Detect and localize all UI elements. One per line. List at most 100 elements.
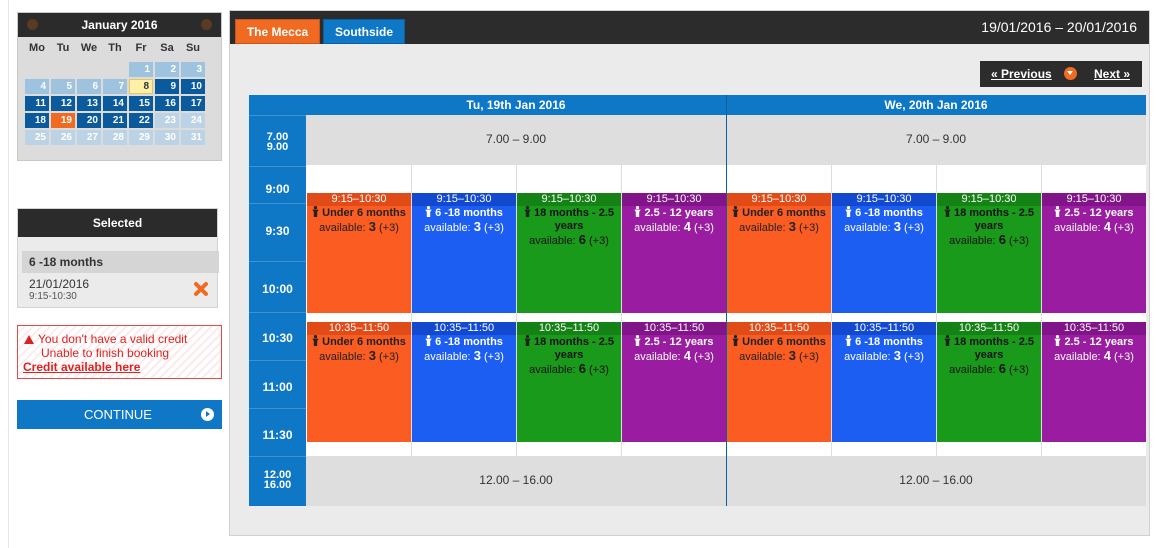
available-label: available: [634, 351, 684, 363]
weekday-label: Th [108, 42, 122, 54]
session-group-name: 6 -18 months [855, 336, 923, 348]
calendar-day[interactable]: 16 [155, 96, 179, 111]
available-extra: (+3) [588, 364, 609, 376]
calendar-day: 24 [181, 113, 205, 128]
session-group-name: 18 months - 2.5 years [953, 336, 1035, 361]
session-availability: available: 3 (+3) [412, 220, 516, 235]
time-slot-label: 9:30 [249, 203, 306, 261]
session-availability: available: 4 (+3) [1042, 220, 1146, 235]
calendar-day[interactable]: 8 [129, 79, 153, 94]
day-divider [726, 95, 727, 506]
available-extra: (+3) [483, 222, 504, 234]
session-slot[interactable]: 9:15–10:30 2.5 - 12 years available: 4 (+3… [622, 193, 726, 313]
calendar-day[interactable]: 17 [181, 96, 205, 111]
calendar-day: 6 [77, 79, 101, 94]
calendar-day: 1 [129, 62, 153, 77]
available-count: 3 [368, 348, 376, 363]
time-late-end: 16.00 [263, 479, 292, 491]
session-slot[interactable]: 10:35–11:50 2.5 - 12 years available: 4 (+… [622, 322, 726, 442]
calendar-day[interactable]: 11 [25, 96, 49, 111]
session-group-name: 18 months - 2.5 years [953, 207, 1035, 232]
session-time: 9:15–10:30 [307, 193, 411, 206]
session-group: 18 months - 2.5 years [517, 206, 621, 233]
session-group: Under 6 months [307, 206, 411, 220]
session-slot[interactable]: 10:35–11:50 6 -18 months available: 3 (+3) [412, 322, 516, 442]
calendar-day[interactable]: 12 [51, 96, 75, 111]
remove-icon[interactable] [193, 281, 209, 297]
session-availability: available: 3 (+3) [307, 349, 411, 364]
available-label: available: [424, 222, 474, 234]
available-label: available: [319, 222, 369, 234]
calendar-day[interactable]: 14 [103, 96, 127, 111]
calendar-day[interactable]: 9 [155, 79, 179, 94]
session-time: 9:15–10:30 [727, 193, 831, 206]
weekday-label: Fr [135, 42, 147, 54]
session-time: 9:15–10:30 [412, 193, 516, 206]
schedule-grid: 7.00 9.00 9:00 9:30 10:00 10:30 11:00 11:30 12.0… [249, 95, 1146, 506]
available-count: 6 [998, 361, 1006, 376]
session-time: 10:35–11:50 [412, 322, 516, 335]
session-slot[interactable]: 10:35–11:50 18 months - 2.5 years availabl… [937, 322, 1041, 442]
credit-link[interactable]: Credit available here [23, 360, 140, 374]
calendar-next-icon[interactable] [201, 19, 212, 30]
continue-button[interactable]: CONTINUE [17, 400, 222, 429]
calendar-empty-cell [103, 62, 127, 77]
calendar-month-label: January 2016 [81, 18, 158, 32]
credit-error-box: You don't have a valid credit Unable to … [17, 325, 222, 379]
session-slot[interactable]: 9:15–10:30 18 months - 2.5 years available… [937, 193, 1041, 313]
session-group: Under 6 months [307, 335, 411, 349]
next-link[interactable]: Next » [1094, 67, 1130, 81]
available-extra: (+3) [1008, 364, 1029, 376]
page-divider [8, 0, 9, 548]
previous-link[interactable]: « Previous [991, 67, 1052, 81]
tab-the-mecca[interactable]: The Mecca [235, 19, 320, 44]
available-extra: (+3) [1008, 235, 1029, 247]
session-group-name: 18 months - 2.5 years [533, 336, 615, 361]
available-extra: (+3) [483, 351, 504, 363]
time-slot-label: 10:00 [249, 261, 306, 312]
session-slot[interactable]: 9:15–10:30 Under 6 months available: 3 (+3… [307, 193, 411, 313]
session-slot[interactable]: 9:15–10:30 2.5 - 12 years available: 4 (+3… [1042, 193, 1146, 313]
calendar-day[interactable]: 19 [51, 113, 75, 128]
session-slot[interactable]: 10:35–11:50 6 -18 months available: 3 (+3) [832, 322, 936, 442]
session-slot[interactable]: 10:35–11:50 2.5 - 12 years available: 4 (+… [1042, 322, 1146, 442]
calendar-day[interactable]: 21 [103, 113, 127, 128]
available-extra: (+3) [378, 222, 399, 234]
arrow-right-icon [201, 408, 214, 421]
session-slot[interactable]: 10:35–11:50 Under 6 months available: 3 (+… [727, 322, 831, 442]
session-slot[interactable]: 9:15–10:30 6 -18 months available: 3 (+3) [412, 193, 516, 313]
session-time: 10:35–11:50 [517, 322, 621, 335]
dropdown-icon[interactable] [1064, 67, 1077, 80]
session-availability: available: 6 (+3) [517, 362, 621, 377]
session-time: 10:35–11:50 [1042, 322, 1146, 335]
tab-southside[interactable]: Southside [323, 19, 405, 44]
warning-icon [24, 335, 34, 344]
session-group-name: Under 6 months [322, 207, 406, 219]
session-slot[interactable]: 10:35–11:50 Under 6 months available: 3 (+… [307, 322, 411, 442]
session-group: Under 6 months [727, 335, 831, 349]
available-count: 3 [893, 219, 901, 234]
session-slot[interactable]: 9:15–10:30 Under 6 months available: 3 (+3… [727, 193, 831, 313]
session-slot[interactable]: 9:15–10:30 18 months - 2.5 years available… [517, 193, 621, 313]
person-icon [425, 206, 432, 217]
available-extra: (+3) [1113, 351, 1134, 363]
available-extra: (+3) [903, 222, 924, 234]
calendar-day[interactable]: 13 [77, 96, 101, 111]
calendar-day[interactable]: 20 [77, 113, 101, 128]
selected-date: 21/01/2016 [29, 277, 90, 291]
session-time: 9:15–10:30 [622, 193, 726, 206]
available-label: available: [949, 235, 999, 247]
person-icon [312, 206, 319, 217]
session-slot[interactable]: 10:35–11:50 18 months - 2.5 years availabl… [517, 322, 621, 442]
session-availability: available: 3 (+3) [727, 349, 831, 364]
calendar-prev-icon[interactable] [27, 19, 38, 30]
person-icon [732, 206, 739, 217]
calendar-day[interactable]: 10 [181, 79, 205, 94]
calendar-day[interactable]: 18 [25, 113, 49, 128]
calendar-day[interactable]: 22 [129, 113, 153, 128]
session-slot[interactable]: 9:15–10:30 6 -18 months available: 3 (+3) [832, 193, 936, 313]
weekday-label: We [80, 42, 98, 54]
session-group: 2.5 - 12 years [1042, 206, 1146, 220]
calendar-day[interactable]: 15 [129, 96, 153, 111]
calendar-day: 29 [129, 130, 153, 145]
